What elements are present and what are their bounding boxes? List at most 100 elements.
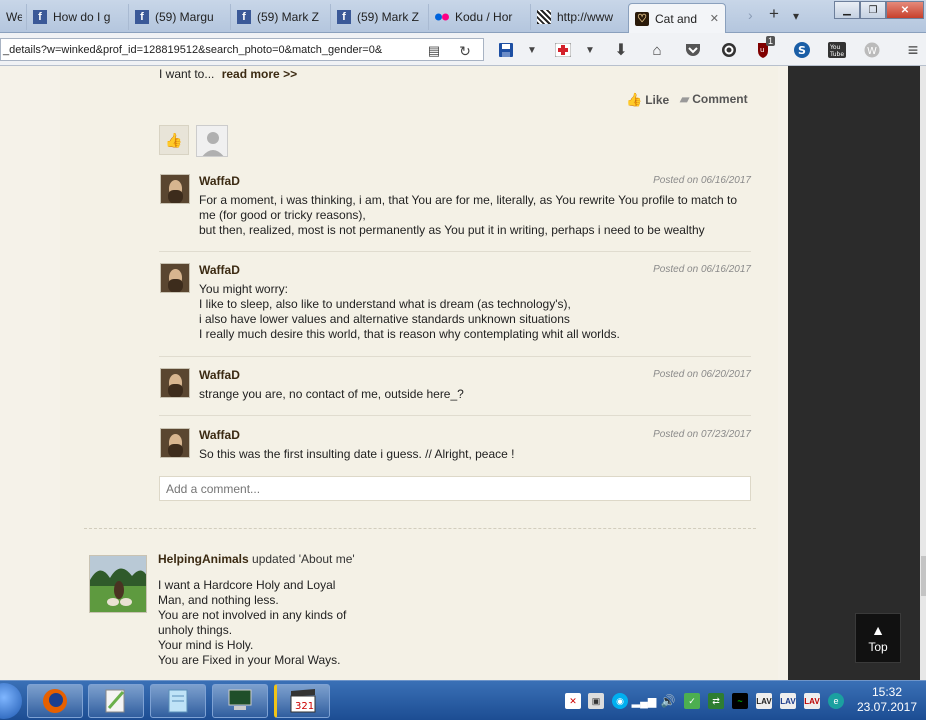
youtube-icon[interactable]: You Tube — [827, 40, 847, 60]
commenter-avatar[interactable] — [160, 174, 190, 204]
minimize-button[interactable]: ▁ — [834, 1, 860, 19]
update-line: You are Fixed in your Moral Ways. — [158, 653, 341, 667]
tab-4[interactable]: f (59) Mark Z — [330, 4, 426, 30]
update-line: I want a Hardcore Holy and Loyal — [158, 578, 336, 592]
ublock-icon[interactable]: u 1 — [755, 36, 776, 60]
close-tab-icon[interactable]: ✕ — [710, 12, 719, 25]
tab-2[interactable]: f (59) Margu — [128, 4, 228, 30]
chevron-down-icon[interactable]: ▼ — [580, 40, 600, 60]
first-aid-icon[interactable] — [553, 40, 573, 60]
comment-text: So this was the first insulting date i g… — [199, 447, 759, 462]
maximize-button[interactable]: ❐ — [860, 1, 886, 19]
media-taskbar-button[interactable]: 321 — [274, 684, 330, 718]
firefox-taskbar-button[interactable] — [27, 684, 83, 718]
tab-5[interactable]: Kodu / Hor — [428, 4, 528, 30]
reload-icon[interactable]: ↻ — [455, 41, 475, 61]
intro-snippet: I want to... — [159, 67, 215, 81]
scroll-right-icon[interactable]: › — [748, 7, 753, 23]
network-icon[interactable]: ⇄ — [708, 693, 724, 709]
s-addon-icon[interactable]: S — [792, 40, 812, 60]
add-comment-input[interactable] — [159, 476, 751, 501]
comment-line: I really much desire this world, that is… — [199, 327, 620, 341]
comment-author-link[interactable]: WaffaD — [199, 174, 240, 188]
speech-bubble-icon: ▰ — [680, 92, 690, 106]
url-text: _details?w=winked&prof_id=128819512&sear… — [3, 43, 383, 56]
helpinganimals-avatar[interactable] — [89, 555, 147, 613]
chevron-down-icon[interactable]: ▼ — [522, 40, 542, 60]
liker-avatar[interactable] — [196, 125, 228, 157]
page-scrollbar[interactable] — [920, 66, 926, 680]
monitor-icon[interactable]: ~ — [732, 693, 748, 709]
list-tabs-icon[interactable]: ▾ — [793, 9, 799, 23]
tab-label: (59) Mark Z — [257, 10, 320, 24]
page-content: I want to... read more >> 👍 Like ▰ Comme… — [0, 66, 788, 680]
windows-taskbar: 321 ✕ ▣ ◉ ▂▄▆ 🔊 ✓ ⇄ ~ LAV LAV LAV e 15:3… — [0, 680, 926, 720]
notepad-taskbar-button[interactable] — [150, 684, 206, 718]
comment-text: For a moment, i was thinking, i am, that… — [199, 193, 759, 238]
tab-1[interactable]: f How do I g — [26, 4, 126, 30]
tab-0[interactable]: We — [0, 4, 22, 30]
like-thumb-icon[interactable]: 👍 — [159, 125, 189, 155]
clock-date: 23.07.2017 — [856, 700, 918, 714]
menu-icon[interactable]: ≡ — [903, 40, 923, 60]
url-bar[interactable]: _details?w=winked&prof_id=128819512&sear… — [0, 38, 484, 61]
w-addon-icon[interactable]: W — [862, 40, 882, 60]
start-button[interactable] — [0, 683, 22, 719]
notepad-plus-icon — [105, 689, 125, 713]
skype-icon[interactable]: ◉ — [612, 693, 628, 709]
like-button[interactable]: 👍 Like — [626, 92, 669, 108]
close-window-button[interactable]: ✕ — [886, 1, 924, 19]
computer-taskbar-button[interactable] — [212, 684, 268, 718]
read-more-link[interactable]: read more >> — [222, 67, 297, 81]
update-line: Your mind is Holy. — [158, 638, 254, 652]
flag-icon[interactable]: ✕ — [565, 693, 581, 709]
notepadpp-taskbar-button[interactable] — [88, 684, 144, 718]
clock[interactable]: 15:32 23.07.2017 — [852, 685, 922, 715]
comment-author-link[interactable]: WaffaD — [199, 368, 240, 382]
lav-icon[interactable]: LAV — [756, 693, 772, 709]
comment-author-link[interactable]: WaffaD — [199, 428, 240, 442]
intro-text: I want to... read more >> — [159, 67, 297, 81]
tab-6[interactable]: http://www — [530, 4, 626, 30]
comment-line: So this was the first insulting date i g… — [199, 447, 515, 461]
dark-side-panel: ▲ Top — [788, 66, 920, 680]
lav-icon[interactable]: LAV — [804, 693, 820, 709]
comment-line: For a moment, i was thinking, i am, that… — [199, 193, 738, 207]
comment-date: Posted on 06/16/2017 — [653, 264, 751, 275]
like-label: Like — [645, 93, 670, 107]
download-icon[interactable]: ⬇ — [611, 40, 631, 60]
sync-icon[interactable] — [719, 40, 739, 60]
comment-date: Posted on 07/23/2017 — [653, 429, 751, 440]
pocket-icon[interactable] — [683, 40, 703, 60]
shield-icon[interactable]: ✓ — [684, 693, 700, 709]
signal-icon[interactable]: ▂▄▆ — [632, 693, 657, 709]
volume-icon[interactable]: 🔊 — [660, 693, 676, 709]
update-header: HelpingAnimals updated 'About me' — [158, 552, 355, 566]
tab-active[interactable]: ♡ Cat and ✕ — [628, 3, 726, 33]
scroll-to-top-button[interactable]: ▲ Top — [855, 613, 901, 663]
update-author-link[interactable]: HelpingAnimals — [158, 552, 249, 566]
save-icon[interactable] — [496, 40, 516, 60]
status-icon[interactable]: e — [828, 693, 844, 709]
new-tab-button[interactable]: + — [769, 4, 779, 24]
comment-button[interactable]: ▰ Comment — [680, 92, 748, 106]
flickr-icon — [435, 10, 449, 24]
reader-view-icon[interactable]: ▤ — [424, 41, 444, 61]
svg-text:Tube: Tube — [829, 51, 844, 58]
comment-date: Posted on 06/16/2017 — [653, 175, 751, 186]
tab-label: (59) Margu — [155, 10, 214, 24]
tab-3[interactable]: f (59) Mark Z — [230, 4, 330, 30]
left-margin — [0, 66, 60, 680]
computer-icon — [228, 689, 252, 710]
commenter-avatar[interactable] — [160, 428, 190, 458]
scrollbar-thumb[interactable] — [921, 556, 926, 596]
clipboard-icon[interactable]: ▣ — [588, 693, 604, 709]
commenter-avatar[interactable] — [160, 263, 190, 293]
comment-author-link[interactable]: WaffaD — [199, 263, 240, 277]
commenter-avatar[interactable] — [160, 368, 190, 398]
top-label: Top — [868, 639, 888, 654]
thumbs-up-icon: 👍 — [626, 92, 643, 107]
update-text: I want a Hardcore Holy and Loyal Man, an… — [158, 578, 418, 668]
home-icon[interactable]: ⌂ — [647, 40, 667, 60]
lav-icon[interactable]: LAV — [780, 693, 796, 709]
